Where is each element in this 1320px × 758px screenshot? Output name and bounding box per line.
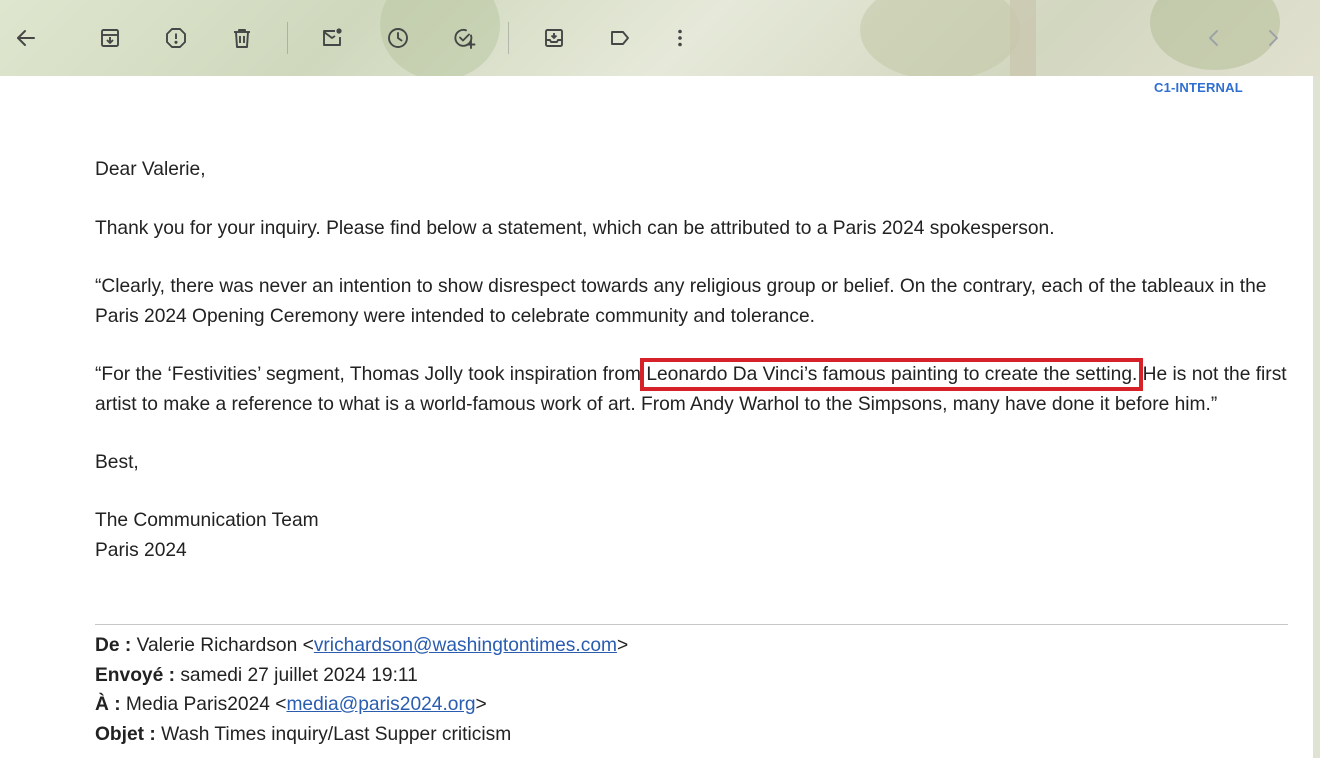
to-name: Media Paris2024 < — [125, 694, 287, 715]
sent-line: Envoyé : samedi 27 juillet 2024 19:11 — [95, 661, 628, 691]
subject-label: Objet : — [95, 723, 156, 745]
classification-label: C1-INTERNAL — [1154, 80, 1243, 95]
signature-team: The Communication Team — [95, 510, 319, 531]
report-spam-button[interactable] — [156, 18, 196, 58]
delete-button[interactable] — [222, 18, 262, 58]
sent-label: Envoyé : — [95, 664, 175, 686]
sent-value: samedi 27 juillet 2024 19:11 — [180, 664, 418, 686]
add-task-icon — [454, 28, 476, 49]
label-icon — [611, 31, 629, 45]
report-spam-icon — [166, 28, 186, 48]
from-name: Valerie Richardson < — [136, 635, 314, 656]
signature-org: Paris 2024 — [95, 540, 187, 561]
to-line: À : Media Paris2024 <media@paris2024.org… — [95, 690, 628, 720]
message-body-pane: C1-INTERNAL Dear Valerie, Thank you for … — [0, 76, 1313, 758]
greeting: Dear Valerie, — [95, 159, 206, 180]
move-to-icon — [545, 29, 563, 47]
paragraph-statement: “Clearly, there was never an intention t… — [95, 276, 1267, 327]
to-email-link[interactable]: media@paris2024.org — [286, 694, 475, 715]
next-message-button[interactable] — [1253, 18, 1293, 58]
back-arrow-icon — [17, 30, 35, 46]
more-options-button[interactable] — [660, 18, 700, 58]
delete-icon — [234, 29, 250, 48]
from-line: De : Valerie Richardson <vrichardson@was… — [95, 631, 628, 661]
to-label: À : — [95, 694, 121, 715]
from-email-link[interactable]: vrichardson@washingtontimes.com — [314, 635, 617, 656]
snooze-icon — [388, 28, 408, 48]
previous-icon — [1209, 30, 1218, 46]
highlighted-quote: Leonardo Da Vinci’s famous painting to c… — [640, 358, 1144, 391]
scrollbar-gutter[interactable] — [1313, 76, 1320, 758]
paragraph-inquiry: Thank you for your inquiry. Please find … — [95, 218, 1055, 239]
back-button[interactable] — [6, 18, 46, 58]
archive-button[interactable] — [90, 18, 130, 58]
subject-line: Objet : Wash Times inquiry/Last Supper c… — [95, 720, 628, 750]
label-button[interactable] — [600, 18, 640, 58]
move-to-button[interactable] — [534, 18, 574, 58]
toolbar-divider — [287, 22, 288, 54]
from-close: > — [616, 635, 629, 656]
festivities-text-before: “For the ‘Festivities’ segment, Thomas J… — [95, 364, 647, 385]
original-message-header: De : Valerie Richardson <vrichardson@was… — [95, 631, 628, 749]
message-toolbar — [0, 0, 1320, 76]
signoff: Best, — [95, 452, 139, 473]
more-options-icon — [678, 29, 682, 47]
mark-unread-button[interactable] — [312, 18, 352, 58]
quoted-header-divider — [95, 624, 1288, 625]
mark-unread-icon — [323, 28, 342, 46]
snooze-button[interactable] — [378, 18, 418, 58]
paragraph-festivities: “For the ‘Festivities’ segment, Thomas J… — [95, 358, 1295, 420]
from-label: De : — [95, 635, 132, 656]
next-icon — [1269, 30, 1278, 46]
to-close: > — [475, 694, 487, 715]
add-task-button[interactable] — [444, 18, 484, 58]
archive-icon — [101, 29, 119, 47]
toolbar-divider — [508, 22, 509, 54]
subject-value: Wash Times inquiry/Last Supper criticism — [161, 723, 512, 745]
previous-message-button[interactable] — [1194, 18, 1234, 58]
